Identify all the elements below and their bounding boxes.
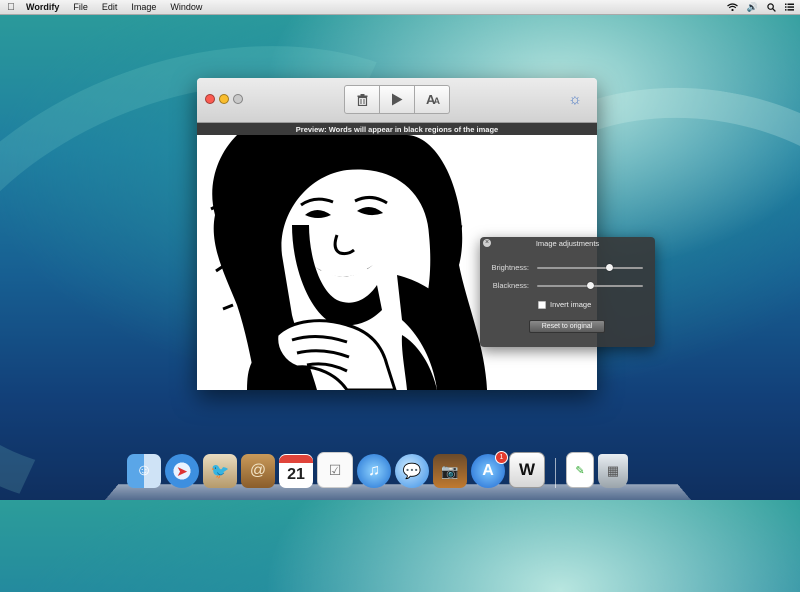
notification-center-icon[interactable] [785, 3, 794, 11]
menu-window[interactable]: Window [163, 2, 209, 12]
zoom-window-button[interactable] [233, 94, 243, 104]
document-icon[interactable]: ✎ [566, 452, 594, 488]
brightness-slider-knob[interactable] [605, 264, 613, 271]
brightness-row: Brightness: [480, 262, 655, 274]
dock-icons: ☺ ➤ 🐦 @ 21 ☑ ♫ 💬 📷 A 1 W ✎ ▦ [127, 451, 628, 488]
apple-menu-icon[interactable]:  [0, 2, 22, 13]
finder-icon[interactable]: ☺ [127, 454, 161, 488]
reset-to-original-button[interactable]: Reset to original [529, 320, 605, 333]
font-size-icon: AA [426, 92, 440, 107]
close-window-button[interactable] [205, 94, 215, 104]
menu-bar:  Wordify File Edit Image Window 🔊 [0, 0, 800, 15]
image-adjustments-panel: × Image adjustments Brightness: Blacknes… [480, 237, 655, 347]
spotlight-search-icon[interactable] [767, 2, 776, 12]
window-titlebar: AA ☼ [197, 78, 597, 123]
play-button[interactable] [380, 85, 415, 114]
invert-image-checkbox[interactable] [538, 300, 546, 309]
app-store-badge: 1 [495, 451, 508, 464]
close-panel-icon[interactable]: × [483, 239, 491, 247]
dock: ☺ ➤ 🐦 @ 21 ☑ ♫ 💬 📷 A 1 W ✎ ▦ [105, 451, 691, 500]
wordify-icon[interactable]: W [509, 452, 545, 488]
blackness-label: Blackness: [492, 281, 529, 290]
toolbar: AA [344, 85, 450, 114]
menu-image[interactable]: Image [124, 2, 163, 12]
wifi-icon[interactable] [726, 3, 738, 11]
app-menu[interactable]: Wordify [22, 2, 66, 12]
trash-dock-icon[interactable]: ▦ [598, 454, 628, 488]
brightness-icon[interactable]: ☼ [567, 92, 583, 108]
reminders-icon[interactable]: ☑ [317, 452, 353, 488]
wordify-glyph: W [518, 460, 536, 479]
calendar-icon[interactable]: 21 [279, 454, 313, 488]
invert-image-option[interactable]: Invert image [538, 300, 591, 309]
play-icon [392, 93, 403, 106]
blackness-slider[interactable] [537, 282, 643, 289]
brightness-slider[interactable] [537, 264, 643, 271]
font-button[interactable]: AA [415, 85, 450, 114]
itunes-icon[interactable]: ♫ [357, 454, 391, 488]
menu-file[interactable]: File [66, 2, 95, 12]
menu-edit[interactable]: Edit [95, 2, 125, 12]
menu-extras: 🔊 [726, 0, 794, 14]
invert-image-label: Invert image [550, 300, 592, 309]
contacts-icon[interactable]: @ [241, 454, 275, 488]
blackness-slider-knob[interactable] [586, 282, 594, 289]
trash-icon [357, 93, 367, 106]
app-store-icon[interactable]: A 1 [471, 451, 508, 488]
minimize-window-button[interactable] [219, 94, 229, 104]
panel-title: Image adjustments [535, 239, 600, 248]
delete-button[interactable] [344, 85, 380, 114]
safari-icon[interactable]: ➤ [165, 454, 199, 488]
iphoto-icon[interactable]: 📷 [433, 454, 467, 488]
dock-separator [555, 458, 556, 488]
brightness-label: Brightness: [491, 263, 529, 272]
messages-icon[interactable]: 💬 [395, 454, 429, 488]
volume-icon[interactable]: 🔊 [747, 2, 758, 13]
traffic-lights [205, 94, 243, 104]
calendar-day: 21 [287, 466, 305, 483]
mail-icon[interactable]: 🐦 [203, 454, 237, 488]
blackness-row: Blackness: [480, 280, 655, 292]
calendar-header [279, 455, 313, 463]
panel-titlebar: × Image adjustments [480, 237, 655, 250]
